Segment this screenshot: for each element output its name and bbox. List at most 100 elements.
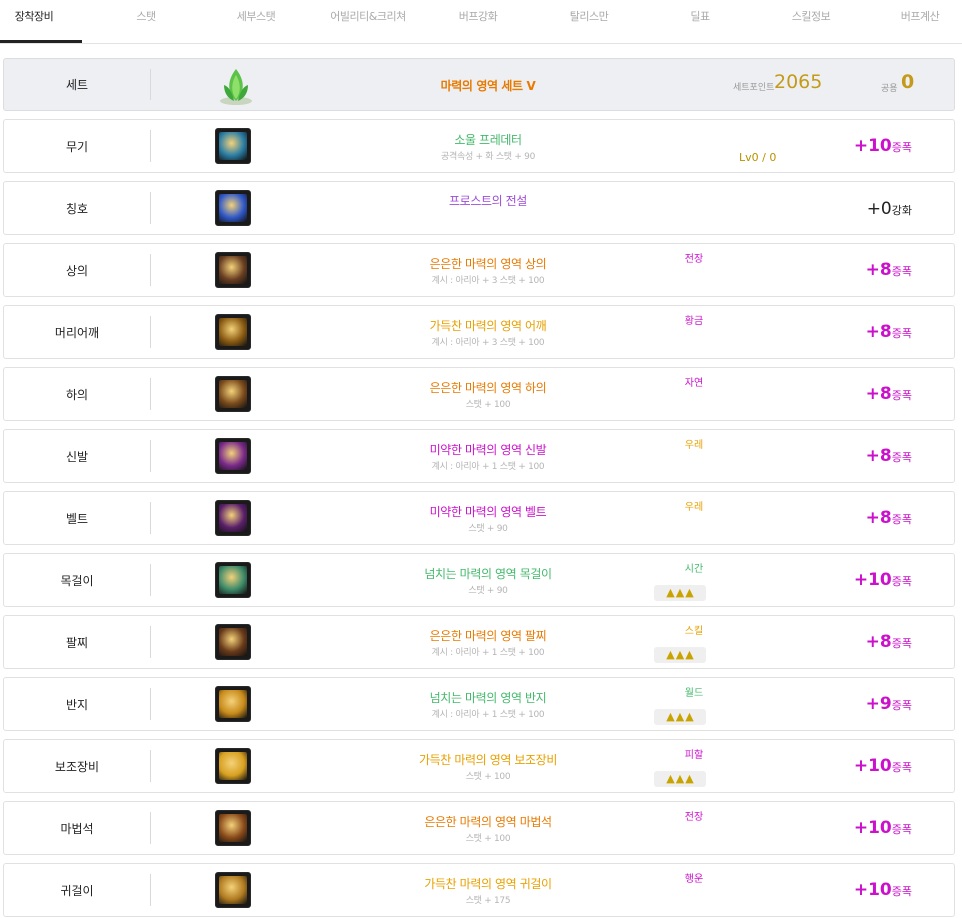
pants-armor-icon[interactable] [215, 376, 251, 412]
slot-label: 반지 [65, 697, 89, 712]
grade-stars: ▲ ▲ ▲ [654, 585, 706, 601]
enhance-number: +8 [865, 260, 892, 280]
equip-row[interactable]: 마법석 은은한 마력의 영역 마법석 스탯 + 100 전장 +10증폭 [3, 801, 955, 855]
equip-row[interactable]: 팔찌 은은한 마력의 영역 팔찌 계시 : 아리아 + 1 스탯 + 100 스킬 ▲ ▲… [3, 615, 955, 669]
tab-6[interactable]: 딜표 [645, 0, 755, 43]
equip-row[interactable]: 신발 미약한 마력의 영역 신발 계시 : 아리아 + 1 스탯 + 100 우레 +8… [3, 429, 955, 483]
necklace-icon[interactable] [215, 562, 251, 598]
equip-row[interactable]: 상의 은은한 마력의 영역 상의 계시 : 아리아 + 3 스탯 + 100 전장 +8… [3, 243, 955, 297]
enhance-number: +9 [865, 694, 892, 714]
set-point-value: 2065 [774, 71, 823, 93]
enhance-number: +8 [865, 384, 892, 404]
star-icon: ▲ [675, 586, 685, 599]
enhance-unit: 강화 [891, 204, 912, 217]
enhance-value: +10증폭 [854, 818, 912, 838]
equip-row[interactable]: 귀걸이 가득찬 마력의 영역 귀걸이 스탯 + 175 행운 +10증폭 [3, 863, 955, 917]
enhance-number: +8 [865, 508, 892, 528]
enhance-number: +10 [853, 818, 892, 838]
tab-0[interactable]: 장착장비 [0, 0, 89, 43]
star-icon: ▲ [685, 648, 694, 661]
weapon-icon[interactable] [215, 128, 251, 164]
item-option: 공격속성 + 화 스탯 + 90 [441, 152, 535, 162]
equip-row[interactable]: 반지 넘치는 마력의 영역 반지 계시 : 아리아 + 1 스탯 + 100 월드 ▲ ▲… [3, 677, 955, 731]
item-option: 계시 : 아리아 + 1 스탯 + 100 [431, 462, 545, 472]
top-armor-icon[interactable] [215, 252, 251, 288]
active-tab-underline [0, 40, 82, 43]
tab-8[interactable]: 버프계산 [865, 0, 962, 43]
earring-icon[interactable] [215, 872, 251, 908]
slot-label: 상의 [65, 263, 89, 278]
enhance-unit: 증폭 [891, 141, 912, 154]
item-tag: 행운 [684, 874, 704, 885]
enhance-number: +8 [865, 632, 892, 652]
item-name[interactable]: 넘치는 마력의 영역 목걸이 [288, 565, 688, 582]
slot-label: 무기 [65, 139, 89, 154]
support-equip-icon[interactable] [215, 748, 251, 784]
item-name[interactable]: 은은한 마력의 영역 상의 [288, 255, 688, 272]
equip-row[interactable]: 머리어깨 가득찬 마력의 영역 어깨 계시 : 아리아 + 3 스탯 + 100 황금… [3, 305, 955, 359]
item-tag: 우레 [684, 440, 704, 451]
item-option: 계시 : 아리아 + 1 스탯 + 100 [431, 710, 545, 720]
shoulder-armor-icon[interactable] [215, 314, 251, 350]
set-row[interactable]: 세트 마력의 영역 세트 V 세트포인트 2065 공용 0 [3, 58, 955, 111]
item-name[interactable]: 가득찬 마력의 영역 보조장비 [288, 751, 688, 768]
slot-label: 세트 [65, 78, 89, 92]
item-option: 스탯 + 100 [465, 400, 511, 410]
enhance-number: +0 [866, 199, 892, 219]
slot-label: 하의 [65, 387, 89, 402]
tab-5[interactable]: 탈리스만 [534, 0, 644, 43]
item-option: 계시 : 아리아 + 1 스탯 + 100 [431, 648, 545, 658]
divider [150, 502, 151, 534]
enhance-unit: 증폭 [891, 699, 912, 712]
item-tag: 스킬 [684, 626, 704, 637]
item-name[interactable]: 가득찬 마력의 영역 귀걸이 [288, 875, 688, 892]
set-shared-label: 공용 [881, 84, 898, 94]
equip-row[interactable]: 보조장비 가득찬 마력의 영역 보조장비 스탯 + 100 피할 ▲ ▲ ▲ +10증폭 [3, 739, 955, 793]
item-name[interactable]: 미약한 마력의 영역 벨트 [288, 503, 688, 520]
magic-stone-icon[interactable] [215, 810, 251, 846]
star-icon: ▲ [685, 710, 694, 723]
item-name[interactable]: 소울 프레데터 [288, 131, 688, 148]
enhance-value: +8증폭 [866, 446, 912, 466]
belt-armor-icon[interactable] [215, 500, 251, 536]
shoes-armor-icon[interactable] [215, 438, 251, 474]
grade-stars: ▲ ▲ ▲ [654, 771, 706, 787]
equip-row[interactable]: 벨트 미약한 마력의 영역 벨트 스탯 + 90 우레 +8증폭 [3, 491, 955, 545]
tab-1[interactable]: 스탯 [91, 0, 201, 43]
enhance-value: +8증폭 [866, 632, 912, 652]
item-tag: 전장 [684, 812, 704, 823]
slot-label: 마법석 [60, 821, 94, 836]
item-name[interactable]: 은은한 마력의 영역 마법석 [288, 813, 688, 830]
item-name[interactable]: 가득찬 마력의 영역 어깨 [288, 317, 688, 334]
divider [150, 316, 151, 348]
item-name[interactable]: 은은한 마력의 영역 하의 [288, 379, 688, 396]
bracelet-icon[interactable] [215, 624, 251, 660]
item-name[interactable]: 은은한 마력의 영역 팔찌 [288, 627, 688, 644]
enhance-unit: 증폭 [891, 637, 912, 650]
divider [150, 254, 151, 286]
enhance-value: +8증폭 [866, 322, 912, 342]
equip-row[interactable]: 무기 소울 프레데터 공격속성 + 화 스탯 + 90 Lv0 / 0 +10증폭 [3, 119, 955, 173]
title-icon[interactable] [215, 190, 251, 226]
tab-2[interactable]: 세부스탯 [201, 0, 311, 43]
equip-row[interactable]: 칭호 프로스트의 전설 +0강화 [3, 181, 955, 235]
enhance-number: +8 [865, 446, 892, 466]
item-option: 스탯 + 90 [468, 586, 508, 596]
ring-icon[interactable] [215, 686, 251, 722]
equip-row[interactable]: 목걸이 넘치는 마력의 영역 목걸이 스탯 + 90 시간 ▲ ▲ ▲ +10증폭 [3, 553, 955, 607]
equip-row[interactable]: 하의 은은한 마력의 영역 하의 스탯 + 100 자연 +8증폭 [3, 367, 955, 421]
item-name[interactable]: 미약한 마력의 영역 신발 [288, 441, 688, 458]
item-option: 스탯 + 100 [465, 772, 511, 782]
enhance-value: +8증폭 [866, 384, 912, 404]
item-name[interactable]: 프로스트의 전설 [288, 192, 688, 209]
tab-3[interactable]: 어빌리티&크리쳐 [313, 0, 423, 43]
tab-7[interactable]: 스킬정보 [756, 0, 866, 43]
item-name[interactable]: 넘치는 마력의 영역 반지 [288, 689, 688, 706]
tab-4[interactable]: 버프강화 [423, 0, 533, 43]
set-point-label: 세트포인트 [733, 83, 775, 93]
item-tag: 월드 [684, 688, 704, 699]
item-option: 계시 : 아리아 + 3 스탯 + 100 [431, 338, 545, 348]
item-option: 계시 : 아리아 + 3 스탯 + 100 [431, 276, 545, 286]
enhance-value: +10증폭 [854, 880, 912, 900]
enhance-unit: 증폭 [891, 327, 912, 340]
